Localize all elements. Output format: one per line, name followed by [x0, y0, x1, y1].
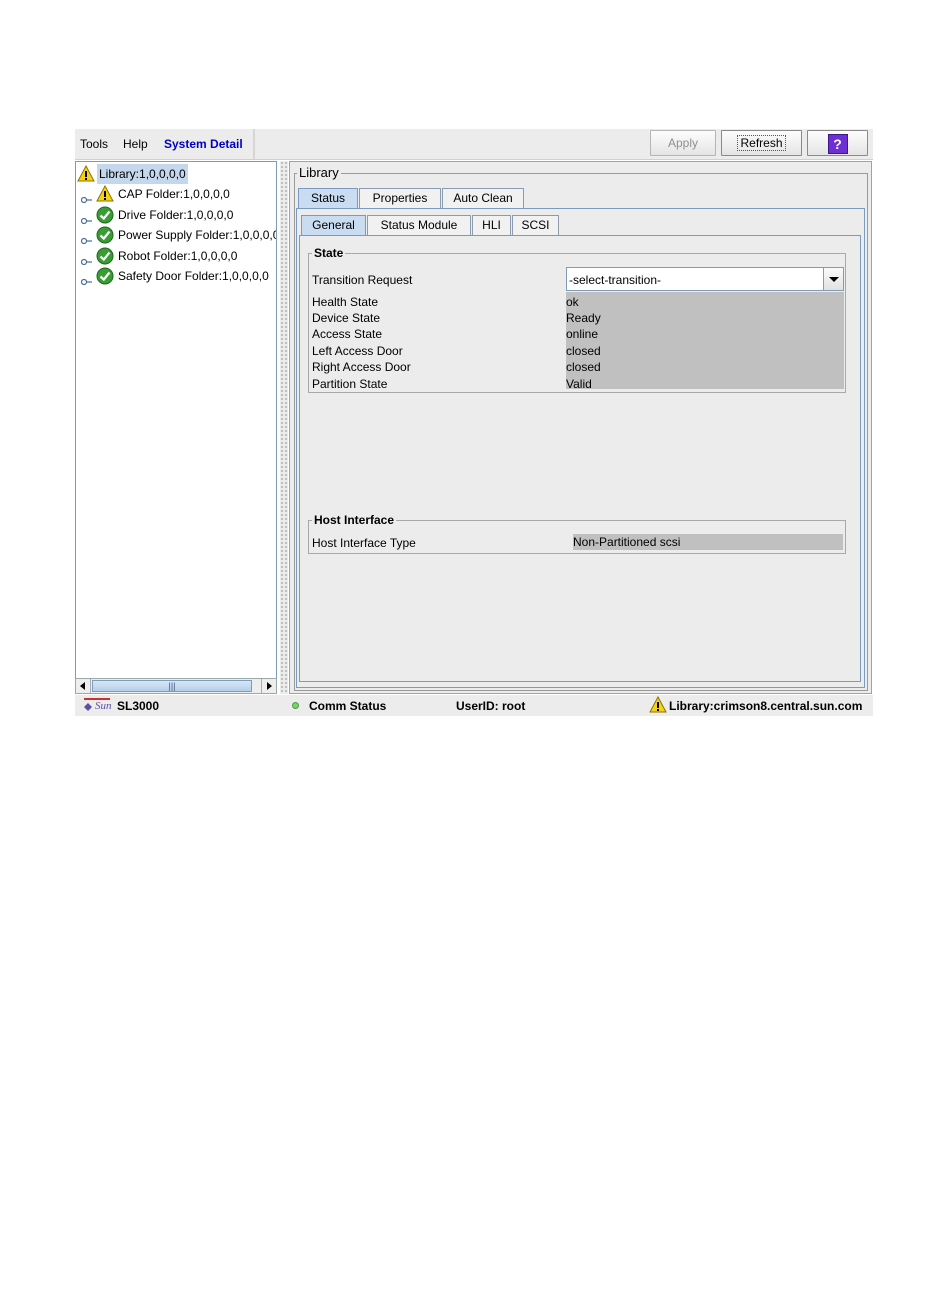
host-interface-type-field: Non-Partitioned scsi	[573, 534, 843, 550]
navigation-tree[interactable]: Library:1,0,0,0,0 CAP Folder:1,0,0,0,0 D…	[75, 161, 277, 694]
subtab-label: HLI	[482, 218, 501, 232]
right-access-door-label: Right Access Door	[312, 360, 411, 374]
menu-divider	[253, 129, 255, 159]
sun-logo: Sun	[82, 698, 112, 714]
scroll-left-arrow-icon[interactable]	[76, 679, 91, 693]
subtab-hli[interactable]: HLI	[472, 215, 511, 235]
health-state-value: ok	[566, 295, 579, 309]
menu-system-detail[interactable]: System Detail	[164, 137, 243, 151]
tree-node-robot-folder[interactable]: Robot Folder:1,0,0,0,0	[76, 246, 276, 266]
help-icon: ?	[827, 134, 848, 154]
panel-title: Library	[297, 165, 341, 180]
health-state-label: Health State	[312, 295, 379, 309]
subtab-label: Status Module	[380, 218, 458, 232]
tab-properties[interactable]: Properties	[359, 188, 441, 208]
scroll-thumb-grip: |||	[168, 681, 176, 691]
comm-status-led-icon	[292, 702, 299, 709]
product-name: SL3000	[117, 699, 160, 713]
tab-auto-clean[interactable]: Auto Clean	[442, 188, 524, 208]
tree-node-power-supply-folder[interactable]: Power Supply Folder:1,0,0,0,0	[76, 225, 276, 245]
device-state-value: Ready	[566, 311, 601, 325]
ok-check-icon	[96, 206, 114, 224]
left-access-door-label: Left Access Door	[312, 344, 403, 358]
device-state-label: Device State	[312, 311, 381, 325]
tab-label: Properties	[372, 191, 428, 205]
subtab-status-module[interactable]: Status Module	[367, 215, 471, 235]
menu-tools[interactable]: Tools	[80, 137, 108, 151]
refresh-button-label: Refresh	[737, 135, 786, 151]
subtab-scsi[interactable]: SCSI	[512, 215, 559, 235]
scroll-right-arrow-icon[interactable]	[261, 679, 276, 693]
state-group-title: State	[312, 246, 346, 260]
right-access-door-value: closed	[566, 360, 601, 374]
tab-label: Auto Clean	[453, 191, 513, 205]
refresh-button[interactable]: Refresh	[721, 130, 802, 156]
transition-request-value: -select-transition-	[569, 273, 662, 287]
apply-button[interactable]: Apply	[650, 130, 716, 156]
detail-panel: Library Status Properties Auto Clean Gen…	[289, 161, 872, 694]
help-button[interactable]: ?	[807, 130, 868, 156]
warning-icon	[96, 184, 114, 203]
tree-node-cap-folder[interactable]: CAP Folder:1,0,0,0,0	[76, 184, 276, 204]
tree-node-label: CAP Folder:1,0,0,0,0	[118, 187, 230, 201]
ok-check-icon	[96, 247, 114, 265]
host-interface-type-value: Non-Partitioned scsi	[573, 535, 681, 549]
status-tab-content: General Status Module HLI SCSI State Tra…	[296, 208, 865, 688]
apply-button-label: Apply	[667, 136, 699, 150]
subtab-general[interactable]: General	[301, 215, 366, 235]
comm-status: Comm Status	[309, 699, 387, 713]
tree-node-label: Drive Folder:1,0,0,0,0	[118, 208, 234, 222]
status-bar: Sun SL3000 Comm Status UserID: root Libr…	[75, 695, 873, 716]
tree-horizontal-scrollbar[interactable]: |||	[75, 678, 277, 694]
subtab-label: SCSI	[521, 218, 550, 232]
tab-status[interactable]: Status	[298, 188, 358, 208]
user-id: UserID: root	[456, 699, 526, 713]
tree-node-safety-door-folder[interactable]: Safety Door Folder:1,0,0,0,0	[76, 266, 276, 286]
access-state-label: Access State	[312, 327, 383, 341]
library-host: Library:crimson8.central.sun.com	[669, 699, 863, 713]
warning-icon	[649, 695, 667, 714]
tree-connector-icon	[80, 272, 93, 292]
partition-state-label: Partition State	[312, 377, 388, 391]
tab-label: Status	[310, 191, 346, 205]
warning-icon	[77, 164, 95, 183]
menu-help[interactable]: Help	[123, 137, 148, 151]
ok-check-icon	[96, 226, 114, 244]
scroll-thumb[interactable]: |||	[92, 680, 252, 692]
access-state-value: online	[566, 327, 599, 341]
pane-splitter[interactable]	[280, 161, 288, 694]
chevron-down-icon[interactable]	[823, 268, 843, 290]
host-interface-type-label: Host Interface Type	[312, 536, 416, 550]
general-tab-content: State Transition Request -select-transit…	[299, 235, 861, 682]
ok-check-icon	[96, 267, 114, 285]
tree-node-drive-folder[interactable]: Drive Folder:1,0,0,0,0	[76, 205, 276, 225]
tree-node-label: Power Supply Folder:1,0,0,0,0	[118, 228, 277, 242]
subtab-label: General	[312, 218, 355, 232]
tree-node-library[interactable]: Library:1,0,0,0,0	[76, 164, 276, 184]
sun-logo-text: Sun	[95, 700, 112, 712]
partition-state-value: Valid	[566, 377, 592, 391]
tree-node-label: Robot Folder:1,0,0,0,0	[118, 249, 238, 263]
transition-request-select[interactable]: -select-transition-	[566, 267, 844, 291]
tree-node-label: Safety Door Folder:1,0,0,0,0	[118, 269, 269, 283]
left-access-door-value: closed	[566, 344, 601, 358]
transition-request-label: Transition Request	[312, 273, 413, 287]
state-values-panel	[566, 292, 844, 389]
host-interface-group-title: Host Interface	[312, 513, 397, 527]
top-toolbar: Tools Help System Detail Apply Refresh ?	[75, 129, 873, 160]
tree-node-library-label: Library:1,0,0,0,0	[97, 164, 188, 184]
